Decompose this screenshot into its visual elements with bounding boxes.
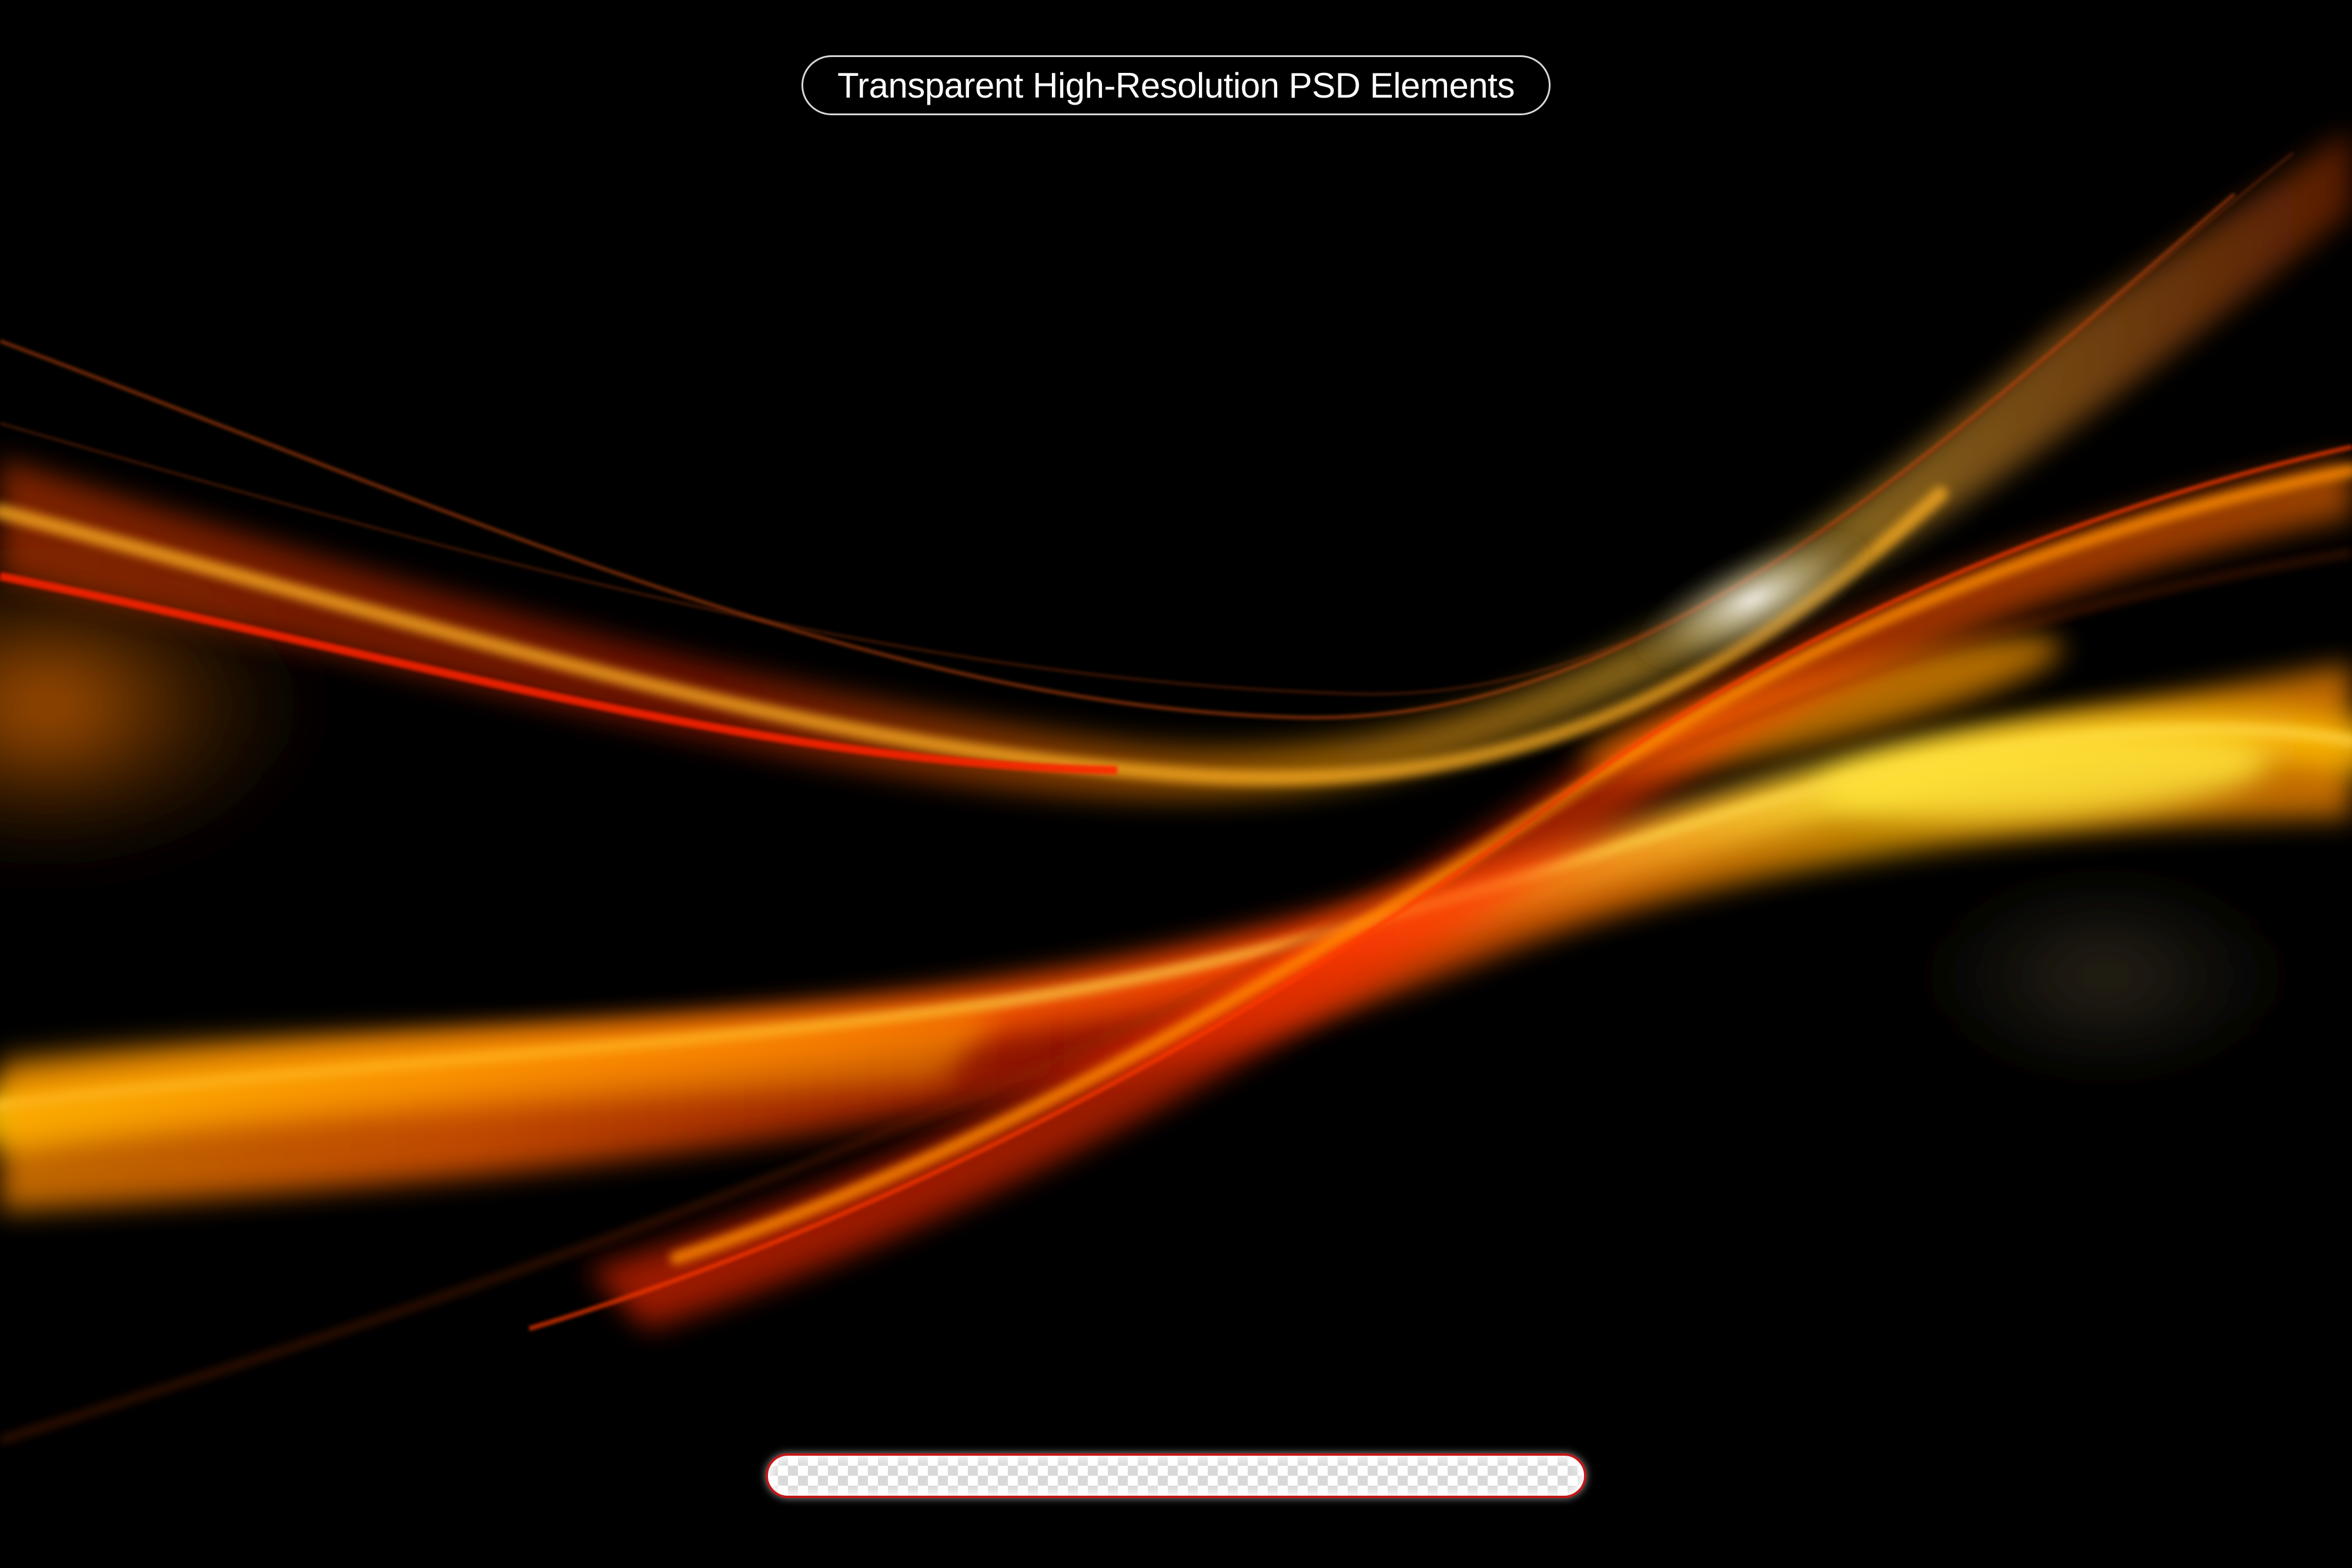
title-badge: Transparent High-Resolution PSD Elements xyxy=(801,55,1551,115)
page-title: Transparent High-Resolution PSD Elements xyxy=(837,65,1515,105)
artwork-canvas xyxy=(0,0,2352,1568)
flame-waves-illustration xyxy=(0,0,2352,1568)
transparency-checkerboard-bar xyxy=(766,1453,1586,1498)
